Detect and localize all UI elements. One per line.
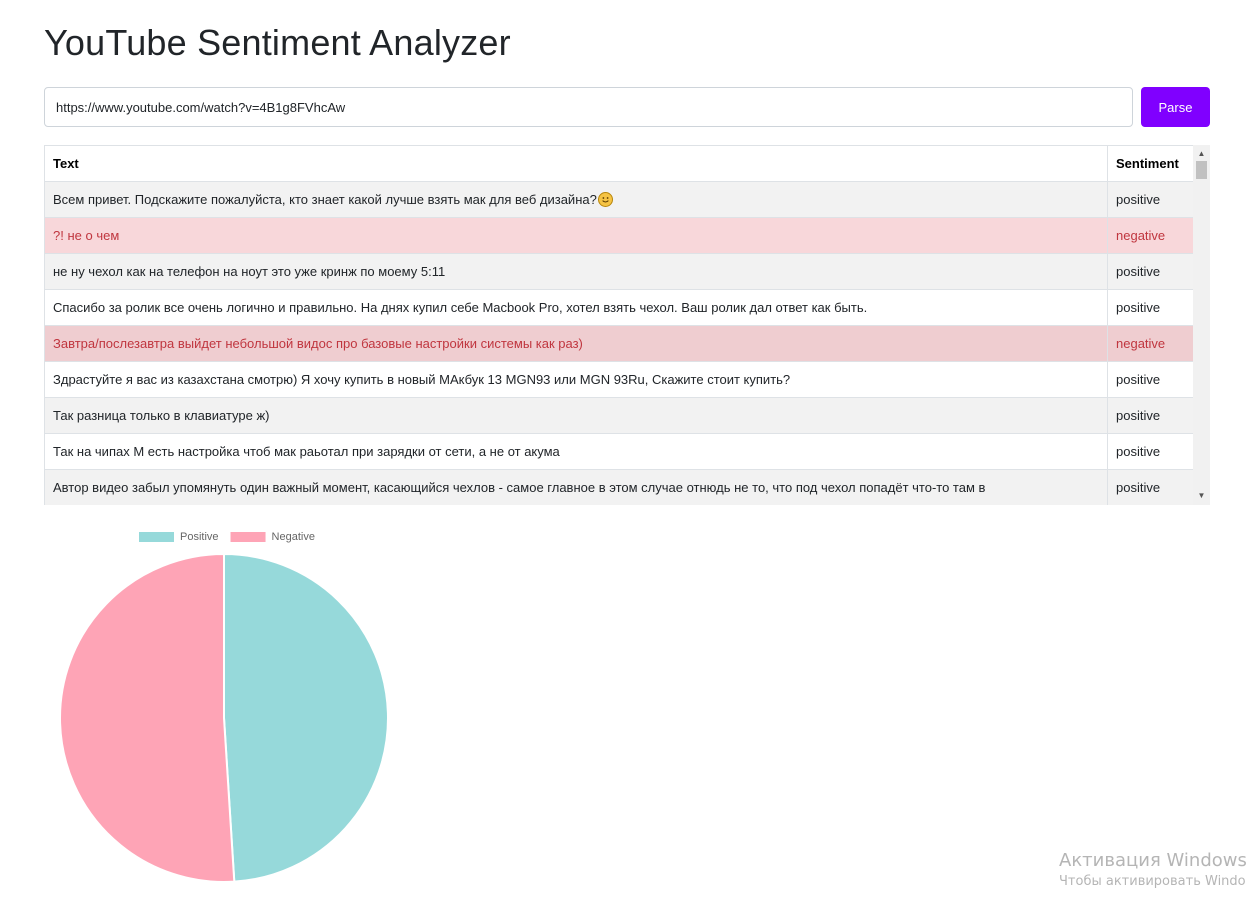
sentiment-cell: positive bbox=[1107, 469, 1194, 505]
column-header-text: Text bbox=[44, 145, 1108, 182]
table-row: Здрастуйте я вас из казахстана смотрю) Я… bbox=[44, 361, 1194, 398]
pie-slice-negative[interactable] bbox=[59, 552, 236, 883]
comment-text-cell: ?! не о чем bbox=[44, 217, 1108, 254]
table-row: ?! не о чем negative bbox=[44, 217, 1194, 254]
sentiment-cell: positive bbox=[1107, 397, 1194, 434]
sentiment-cell: positive bbox=[1107, 289, 1194, 326]
comment-text-cell: Автор видео забыл упомянуть один важный … bbox=[44, 469, 1108, 505]
smiling-face-emoji-icon bbox=[597, 192, 613, 207]
sentiment-cell: negative bbox=[1107, 325, 1194, 362]
pie-slice-positive[interactable] bbox=[223, 552, 389, 883]
app-page: YouTube Sentiment Analyzer Parse Text Se… bbox=[0, 0, 1246, 906]
legend-swatch-positive[interactable] bbox=[139, 532, 174, 542]
comments-table: Text Sentiment Всем привет. Подскажите п… bbox=[44, 145, 1194, 505]
comment-text-cell: Здрастуйте я вас из казахстана смотрю) Я… bbox=[44, 361, 1108, 398]
sentiment-cell: negative bbox=[1107, 217, 1194, 254]
column-header-sentiment: Sentiment bbox=[1107, 145, 1194, 182]
comment-text-cell: Так на чипах М есть настройка чтоб мак р… bbox=[44, 433, 1108, 470]
watermark-title: Активация Windows bbox=[1059, 850, 1246, 871]
comments-table-container[interactable]: Text Sentiment Всем привет. Подскажите п… bbox=[44, 145, 1210, 505]
comment-text-cell: Так разница только в клавиатуре ж) bbox=[44, 397, 1108, 434]
sentiment-cell: positive bbox=[1107, 433, 1194, 470]
url-input[interactable] bbox=[44, 87, 1133, 127]
sentiment-cell: positive bbox=[1107, 181, 1194, 218]
comment-text-cell: Завтра/послезавтра выйдет небольшой видо… bbox=[44, 325, 1108, 362]
sentiment-cell: positive bbox=[1107, 361, 1194, 398]
table-row: Так разница только в клавиатуре ж) posit… bbox=[44, 397, 1194, 434]
legend-label-positive[interactable]: Positive bbox=[180, 531, 219, 543]
scroll-up-arrow-icon[interactable]: ▲ bbox=[1193, 147, 1210, 161]
table-row: Так на чипах М есть настройка чтоб мак р… bbox=[44, 433, 1194, 470]
table-header-row: Text Sentiment bbox=[44, 145, 1194, 182]
sentiment-cell: positive bbox=[1107, 253, 1194, 290]
table-row: Завтра/послезавтра выйдет небольшой видо… bbox=[44, 325, 1194, 362]
sentiment-pie-chart: Positive Negative bbox=[59, 531, 389, 883]
comment-text: Всем привет. Подскажите пожалуйста, кто … bbox=[53, 192, 597, 207]
comment-text-cell: не ну чехол как на телефон на ноут это у… bbox=[44, 253, 1108, 290]
watermark-subtitle: Чтобы активировать Windows bbox=[1059, 874, 1246, 889]
table-row: Спасибо за ролик все очень логично и пра… bbox=[44, 289, 1194, 326]
scroll-down-arrow-icon[interactable]: ▼ bbox=[1193, 489, 1210, 503]
page-title: YouTube Sentiment Analyzer bbox=[44, 22, 511, 63]
scrollbar-thumb[interactable] bbox=[1196, 161, 1207, 179]
table-row: не ну чехол как на телефон на ноут это у… bbox=[44, 253, 1194, 290]
comment-text-cell: Спасибо за ролик все очень логично и пра… bbox=[44, 289, 1108, 326]
windows-activation-watermark: Активация Windows Чтобы активировать Win… bbox=[1059, 850, 1246, 892]
legend-swatch-negative[interactable] bbox=[230, 532, 266, 542]
table-row: Всем привет. Подскажите пожалуйста, кто … bbox=[44, 181, 1194, 218]
legend-label-negative[interactable]: Negative bbox=[272, 531, 315, 543]
parse-button[interactable]: Parse bbox=[1141, 87, 1210, 127]
comment-text-cell: Всем привет. Подскажите пожалуйста, кто … bbox=[44, 181, 1108, 218]
table-row: Автор видео забыл упомянуть один важный … bbox=[44, 469, 1194, 505]
table-scrollbar[interactable]: ▲ ▼ bbox=[1193, 145, 1210, 505]
